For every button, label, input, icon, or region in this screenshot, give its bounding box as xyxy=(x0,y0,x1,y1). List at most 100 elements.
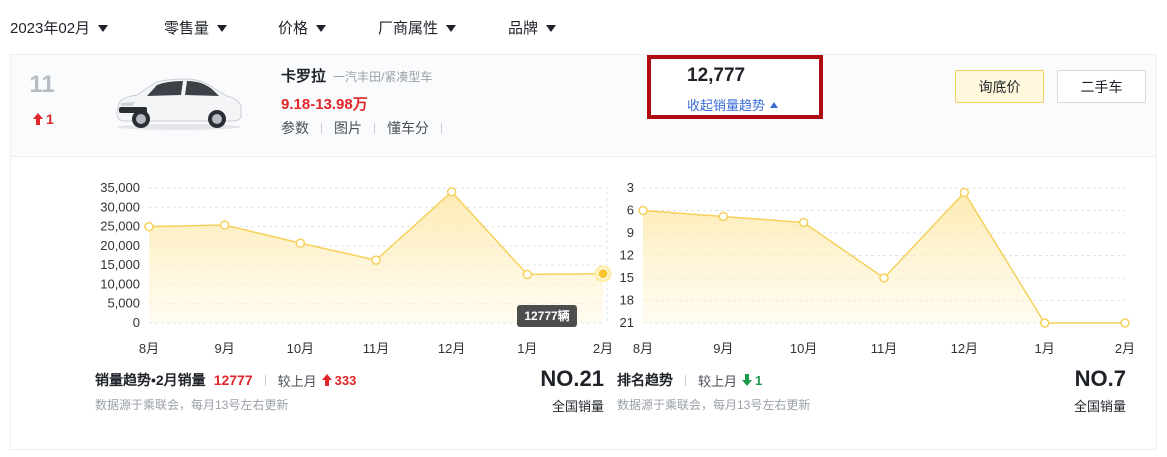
filter-sales-type[interactable]: 零售量 xyxy=(164,17,228,38)
rank-chart-y-tick: 3 xyxy=(627,180,634,195)
divider xyxy=(321,122,322,134)
sales-chart-x-tick: 11月 xyxy=(363,341,390,356)
filter-sales-type-label: 零售量 xyxy=(164,20,210,37)
sales-chart-point[interactable] xyxy=(295,238,306,248)
sales-compare-label: 较上月 xyxy=(277,373,317,389)
caret-up-icon xyxy=(770,101,779,108)
car-image[interactable] xyxy=(111,69,247,131)
sales-chart-x-tick: 9月 xyxy=(215,341,235,356)
filter-month[interactable]: 2023年02月 xyxy=(10,17,109,38)
rank-chart-x-tick: 9月 xyxy=(713,341,733,356)
filter-brand-label: 品牌 xyxy=(508,20,539,37)
chevron-down-icon xyxy=(546,25,557,32)
sales-delta: 333 xyxy=(321,372,357,388)
divider xyxy=(685,374,686,386)
rank-trend-footer: 排名趋势 较上月 1 xyxy=(617,370,762,390)
rank-chart-point[interactable] xyxy=(718,211,729,222)
link-photos[interactable]: 图片 xyxy=(334,118,362,138)
rank-chart-area xyxy=(643,192,1125,323)
chevron-down-icon xyxy=(316,25,327,32)
arrow-up-icon xyxy=(321,374,332,386)
rank-chart-point[interactable] xyxy=(879,273,889,283)
sales-chart-tooltip-text: 12777辆 xyxy=(524,308,569,323)
rank-chart-x-tick: 11月 xyxy=(871,341,898,356)
sales-chart-y-tick: 30,000 xyxy=(100,199,140,214)
car-links: 参数 图片 懂车分 xyxy=(281,118,454,138)
sales-chart-point[interactable] xyxy=(522,269,533,280)
rank-delta: 1 xyxy=(742,373,762,388)
chevron-down-icon xyxy=(446,25,457,32)
link-score[interactable]: 懂车分 xyxy=(387,118,429,138)
sales-trend-chart: 0 5,000 10,000 15,000 20,000 25,000 30,000 35,0… xyxy=(100,180,613,356)
link-params[interactable]: 参数 xyxy=(281,118,309,138)
rank-chart-y-tick: 18 xyxy=(620,293,634,308)
arrow-up-icon xyxy=(33,113,43,125)
rank-national-rank: NO.7 xyxy=(1074,366,1126,391)
car-name[interactable]: 卡罗拉 xyxy=(281,65,326,86)
sales-chart-point[interactable] xyxy=(371,255,381,265)
sales-chart-point[interactable] xyxy=(219,220,230,230)
sales-delta-value: 333 xyxy=(334,372,357,388)
car-maker: 一汽丰田/紧凑型车 xyxy=(333,70,433,84)
rank-national-label: 全国销量 xyxy=(1073,399,1126,414)
rank-chart-y-tick: 6 xyxy=(627,203,634,218)
used-car-button[interactable]: 二手车 xyxy=(1057,70,1146,103)
rank-chart-y-tick: 12 xyxy=(620,248,634,263)
sales-trend-footer: 销量趋势•2月销量 12777 较上月 333 xyxy=(95,370,356,390)
car-price: 9.18-13.98万 xyxy=(281,96,368,113)
rank-trend-title: 排名趋势 xyxy=(617,372,673,388)
rank-chart-x-tick: 12月 xyxy=(951,341,978,356)
sales-chart-x-tick: 10月 xyxy=(287,341,314,356)
rank-change: 1 xyxy=(33,111,54,127)
filter-bar: 2023年02月 零售量 价格 厂商属性 品牌 xyxy=(0,0,1167,54)
filter-brand[interactable]: 品牌 xyxy=(508,17,557,38)
ask-price-button[interactable]: 询底价 xyxy=(955,70,1044,103)
rank-chart-y-tick: 21 xyxy=(620,315,634,330)
filter-month-label: 2023年02月 xyxy=(10,20,91,37)
sales-chart-x-tick: 1月 xyxy=(517,341,537,356)
divider xyxy=(374,122,375,134)
sales-chart-y-tick: 25,000 xyxy=(100,219,140,234)
chevron-down-icon xyxy=(217,25,228,32)
sales-chart-point[interactable] xyxy=(144,221,154,232)
sales-chart-x-tick: 8月 xyxy=(139,341,159,356)
sales-national-label: 全国销量 xyxy=(551,399,604,414)
rank-chart-x-tick: 8月 xyxy=(633,341,653,356)
rank-delta-value: 1 xyxy=(755,372,763,388)
sales-chart-point[interactable] xyxy=(446,187,457,197)
rank-change-value: 1 xyxy=(46,111,54,127)
rank-compare-label: 较上月 xyxy=(698,373,738,389)
rank-chart-point[interactable] xyxy=(638,205,648,216)
arrow-down-icon xyxy=(742,374,753,386)
filter-price-label: 价格 xyxy=(278,20,309,37)
sales-chart-y-tick: 10,000 xyxy=(100,276,140,291)
sales-chart-x-tick: 12月 xyxy=(438,341,465,356)
sales-trend-value: 12777 xyxy=(213,372,253,388)
rank-chart-x-tick: 2月 xyxy=(1115,341,1135,356)
rank-chart-y-tick: 15 xyxy=(620,270,634,285)
rank-chart-point[interactable] xyxy=(1039,318,1050,328)
rank-chart-x-tick: 1月 xyxy=(1035,341,1055,356)
rank-chart-point[interactable] xyxy=(798,217,809,228)
sales-national-rank: NO.21 xyxy=(540,366,604,391)
sales-chart-y-tick: 35,000 xyxy=(100,180,140,195)
divider xyxy=(264,374,266,386)
chevron-down-icon xyxy=(98,25,109,32)
divider xyxy=(441,122,442,134)
sales-trend-title: 销量趋势•2月销量 xyxy=(95,372,206,388)
filter-price[interactable]: 价格 xyxy=(278,17,327,38)
sales-number: 12,777 xyxy=(687,65,746,86)
sales-chart-y-tick: 5,000 xyxy=(107,296,140,311)
rank-trend-chart: 3 6 9 12 15 18 21 8月 9月 10月 11月 12月 1月 2月 xyxy=(620,180,1136,356)
sales-source-note: 数据源于乘联会，每月13号左右更新 xyxy=(95,398,289,412)
toggle-trend-link[interactable]: 收起销量趋势 xyxy=(687,95,779,114)
filter-manufacturer-label: 厂商属性 xyxy=(378,20,439,37)
rank-source-note: 数据源于乘联会，每月13号左右更新 xyxy=(617,398,811,412)
rank-chart-point[interactable] xyxy=(959,187,970,198)
rank-number: 11 xyxy=(29,71,55,98)
rank-chart-y-tick: 9 xyxy=(627,225,634,240)
rank-chart-point[interactable] xyxy=(1120,318,1130,328)
sales-chart-y-tick: 15,000 xyxy=(100,257,140,272)
filter-manufacturer[interactable]: 厂商属性 xyxy=(378,17,457,38)
sales-chart-y-tick: 0 xyxy=(133,315,140,330)
